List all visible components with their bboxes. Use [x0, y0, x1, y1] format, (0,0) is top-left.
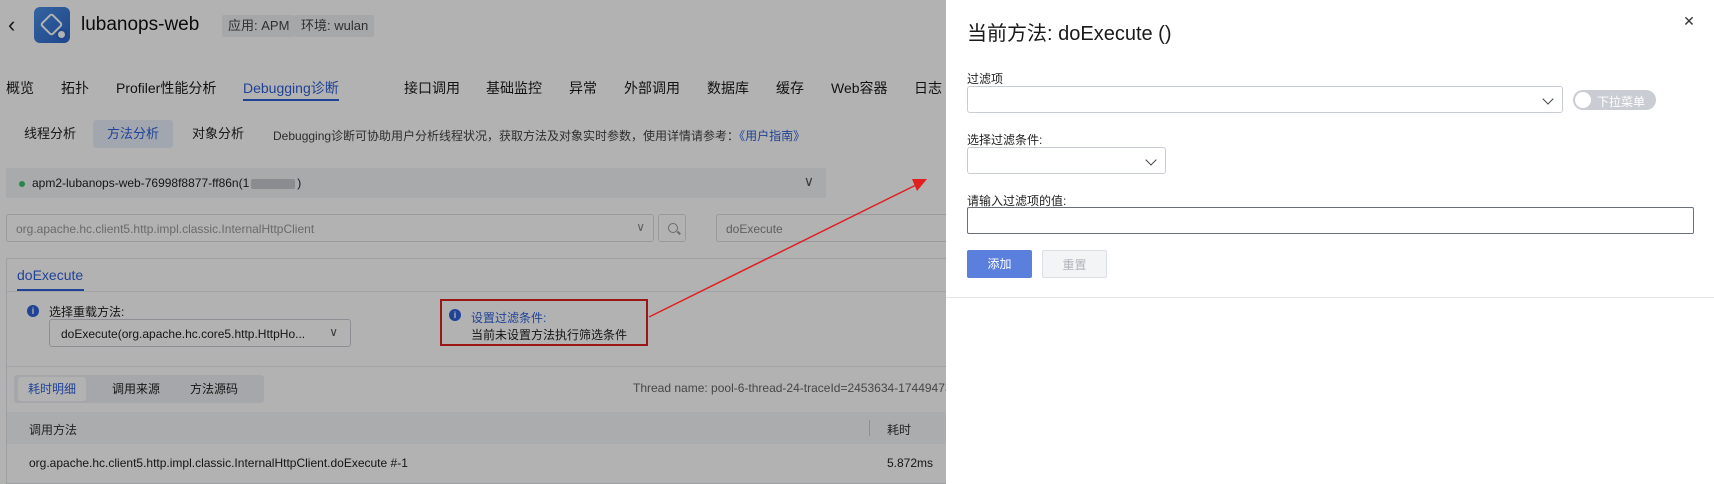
toggle-label: 下拉菜单	[1597, 95, 1646, 109]
toggle-knob	[1575, 92, 1591, 108]
add-button[interactable]: 添加	[967, 250, 1032, 278]
filter-drawer: 当前方法: doExecute () ✕ 过滤项 下拉菜单 选择过滤条件: 请输…	[946, 0, 1714, 484]
chevron-down-icon	[1145, 154, 1157, 166]
close-icon[interactable]: ✕	[1682, 14, 1696, 28]
chevron-down-icon	[1542, 93, 1554, 105]
condition-label: 选择过滤条件:	[967, 133, 1043, 147]
filter-value-input[interactable]	[967, 207, 1694, 234]
condition-select[interactable]	[967, 147, 1166, 174]
reset-button[interactable]: 重置	[1042, 250, 1107, 278]
arrow-head	[912, 179, 927, 191]
filter-item-select[interactable]	[967, 86, 1563, 113]
drawer-divider	[946, 297, 1714, 298]
filter-item-label: 过滤项	[967, 72, 1004, 86]
annotation-arrow	[648, 179, 927, 318]
dropdown-toggle[interactable]: 下拉菜单	[1573, 90, 1656, 110]
arrow-line	[648, 183, 919, 318]
drawer-title: 当前方法: doExecute ()	[967, 23, 1172, 45]
